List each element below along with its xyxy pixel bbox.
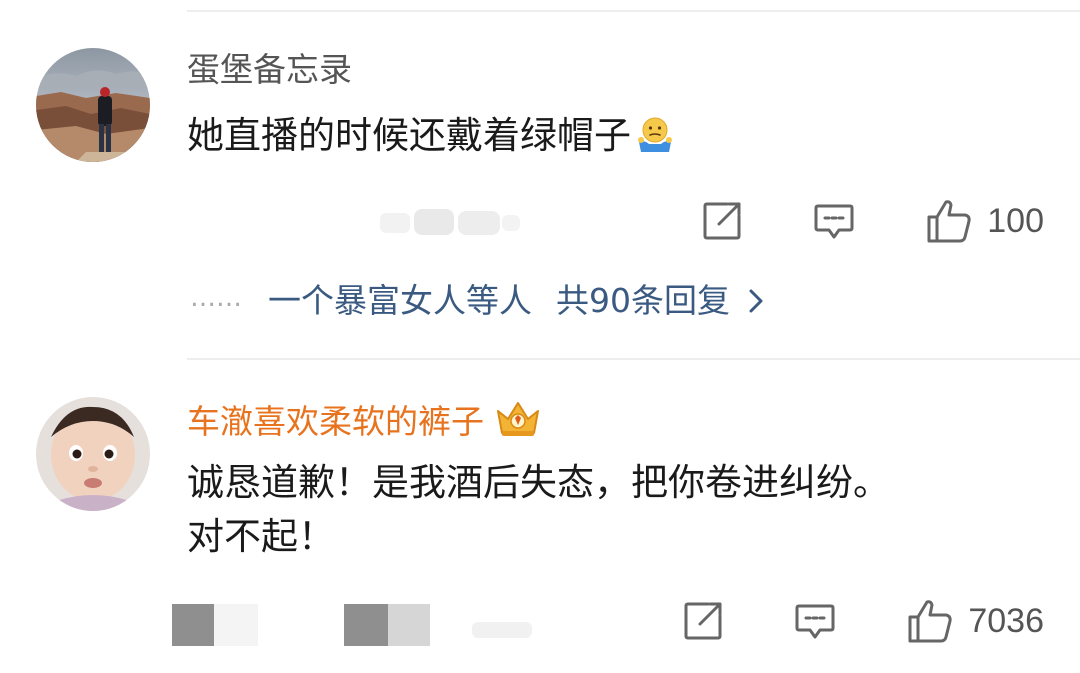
username[interactable]: 蛋堡备忘录 — [187, 50, 352, 90]
comment-feed: 蛋堡备忘录 她直播的时候还戴着绿帽子 100 …… 一个暴富女人等人 共90条回… — [0, 0, 1080, 673]
like-count: 100 — [987, 201, 1044, 240]
comment-text-line: 对不起！ — [187, 515, 335, 558]
comment-actions: 7036 — [682, 596, 1044, 646]
avatar[interactable] — [36, 48, 150, 162]
comment-icon[interactable] — [794, 600, 836, 642]
shrug-emoji-icon — [635, 115, 675, 169]
top-divider — [187, 10, 1080, 12]
share-icon[interactable] — [701, 200, 743, 242]
comment-text: 诚恳道歉！是我酒后失态，把你卷进纠纷。 对不起！ — [187, 456, 1057, 564]
reply-dots: …… — [190, 283, 242, 313]
reply-preview-user: 一个暴富女人等人 — [268, 281, 532, 320]
comment-divider — [187, 358, 1080, 360]
chevron-right-icon — [748, 281, 764, 325]
blurred-meta — [172, 604, 532, 650]
crown-badge-icon — [494, 399, 542, 448]
thumbs-up-icon — [925, 198, 973, 244]
comment-text-line: 诚恳道歉！是我酒后失态，把你卷进纠纷。 — [187, 461, 890, 504]
like-count: 7036 — [968, 601, 1044, 640]
reply-count: 共90条回复 — [556, 281, 730, 320]
reply-preview-link[interactable]: …… 一个暴富女人等人 共90条回复 — [190, 276, 764, 325]
comment-text-content: 她直播的时候还戴着绿帽子 — [187, 114, 631, 157]
like-button[interactable]: 100 — [925, 198, 1044, 244]
username-text: 车澈喜欢柔软的裤子 — [187, 402, 484, 441]
avatar[interactable] — [36, 397, 150, 511]
share-icon[interactable] — [682, 600, 724, 642]
comment-actions: 100 — [701, 196, 1044, 246]
blurred-meta — [380, 205, 530, 243]
like-button[interactable]: 7036 — [906, 598, 1044, 644]
username[interactable]: 车澈喜欢柔软的裤子 — [187, 399, 542, 448]
comment-text: 她直播的时候还戴着绿帽子 — [187, 109, 1057, 169]
thumbs-up-icon — [906, 598, 954, 644]
comment-icon[interactable] — [813, 200, 855, 242]
